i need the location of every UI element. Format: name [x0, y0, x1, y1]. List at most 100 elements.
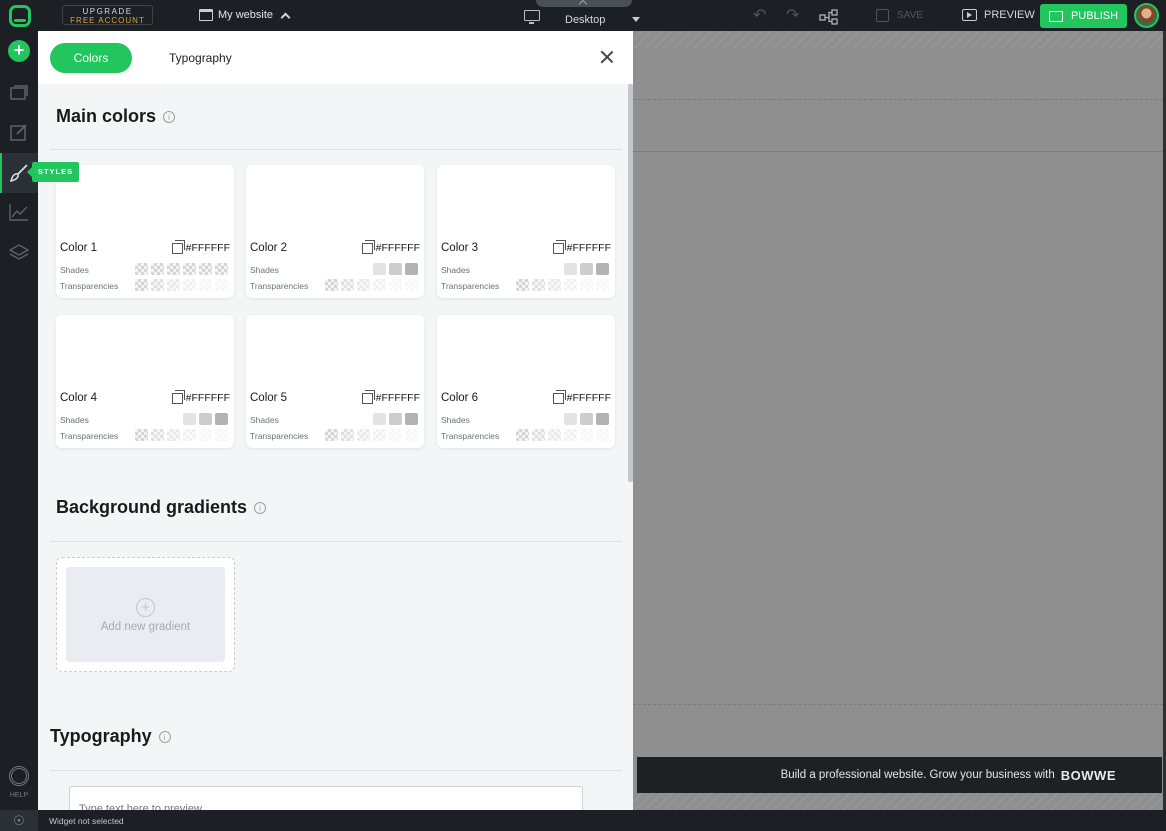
shades-label: Shades	[60, 265, 89, 275]
tab-colors[interactable]: Colors	[50, 43, 132, 73]
pages-icon[interactable]	[9, 82, 29, 102]
styles-panel-header: Colors Typography	[38, 31, 633, 84]
transparencies-label: Transparencies	[60, 281, 119, 291]
device-selector[interactable]: Desktop	[524, 10, 644, 28]
publish-button[interactable]: PUBLISH	[1040, 4, 1127, 28]
canvas-top-strip	[633, 31, 1166, 48]
preview-button[interactable]: PREVIEW	[962, 9, 1035, 21]
footer-brand-logo: BOWWE	[1060, 767, 1116, 783]
shade-swatches[interactable]	[564, 263, 609, 275]
user-avatar[interactable]	[1134, 3, 1159, 28]
color-card[interactable]: Color 2 #FFFFFF Shades Transparencies	[246, 165, 424, 298]
shade-swatches[interactable]	[564, 413, 609, 425]
shade-swatches[interactable]	[373, 413, 418, 425]
copy-icon[interactable]	[361, 239, 375, 254]
color-hex-value[interactable]: #FFFFFF	[361, 239, 420, 254]
add-gradient-label: Add new gradient	[100, 621, 191, 633]
upgrade-button[interactable]: UPGRADE FREE ACCOUNT	[62, 5, 153, 25]
floppy-disk-icon	[876, 9, 889, 22]
pin-icon[interactable]: ☉	[0, 810, 38, 831]
copy-icon[interactable]	[171, 389, 185, 404]
transparency-swatches[interactable]	[135, 279, 228, 291]
transparencies-label: Transparencies	[250, 281, 309, 291]
color-hex-value[interactable]: #FFFFFF	[361, 389, 420, 404]
analytics-chart-icon[interactable]	[9, 202, 29, 222]
left-sidebar: + HELP	[0, 31, 38, 831]
status-bar: ☉ Widget not selected	[0, 810, 1166, 831]
copy-icon[interactable]	[361, 389, 375, 404]
shade-swatches[interactable]	[135, 263, 228, 275]
color-card[interactable]: Color 4 #FFFFFF Shades Transparencies	[56, 315, 234, 448]
page-canvas[interactable]: Build a professional website. Grow your …	[633, 31, 1166, 810]
device-label: Desktop	[565, 14, 606, 26]
divider	[50, 770, 622, 771]
typography-preview-input[interactable]	[69, 786, 583, 810]
layers-icon[interactable]	[9, 243, 29, 263]
color-card[interactable]: Color 1 #FFFFFF Shades Transparencies	[56, 165, 234, 298]
transparency-swatches[interactable]	[516, 279, 609, 291]
color-hex-value[interactable]: #FFFFFF	[552, 389, 611, 404]
caret-down-icon	[632, 17, 640, 22]
section-divider	[633, 704, 1163, 705]
hex-label: #FFFFFF	[566, 242, 611, 254]
color-hex-value[interactable]: #FFFFFF	[171, 389, 230, 404]
color-hex-value[interactable]: #FFFFFF	[171, 239, 230, 254]
close-icon[interactable]	[600, 50, 614, 64]
section-divider	[633, 99, 1163, 100]
add-element-button[interactable]: +	[8, 40, 30, 62]
info-icon[interactable]: i	[163, 110, 176, 123]
save-button[interactable]: SAVE	[876, 9, 923, 22]
collapse-toolbar-handle[interactable]	[536, 0, 632, 7]
website-name: My website	[218, 9, 274, 21]
shades-label: Shades	[441, 415, 470, 425]
color-name: Color 4	[60, 392, 98, 404]
styles-tooltip: STYLES	[27, 162, 79, 182]
add-gradient-button[interactable]: + Add new gradient	[66, 567, 225, 662]
transparencies-label: Transparencies	[441, 431, 500, 441]
transparencies-label: Transparencies	[250, 431, 309, 441]
shades-label: Shades	[60, 415, 89, 425]
shades-label: Shades	[441, 265, 470, 275]
undo-icon[interactable]: ↶	[753, 8, 766, 24]
copy-icon[interactable]	[552, 239, 566, 254]
gradients-title: Background gradients	[56, 497, 248, 517]
browser-window-icon	[199, 9, 213, 21]
monitor-icon	[524, 10, 540, 24]
canvas-bottom-strip	[633, 793, 1166, 810]
edit-icon[interactable]	[9, 122, 29, 142]
color-card[interactable]: Color 6 #FFFFFF Shades Transparencies	[437, 315, 615, 448]
hex-label: #FFFFFF	[185, 242, 230, 254]
paint-brush-icon	[9, 164, 28, 183]
color-name: Color 3	[441, 242, 479, 254]
color-card[interactable]: Color 3 #FFFFFF Shades Transparencies	[437, 165, 615, 298]
color-hex-value[interactable]: #FFFFFF	[552, 239, 611, 254]
shade-swatches[interactable]	[183, 413, 228, 425]
redo-icon[interactable]: ↷	[786, 8, 799, 24]
color-name: Color 6	[441, 392, 479, 404]
footer-text: Build a professional website. Grow your …	[780, 769, 1055, 781]
transparency-swatches[interactable]	[516, 429, 609, 441]
transparencies-label: Transparencies	[60, 431, 119, 441]
transparencies-label: Transparencies	[441, 281, 500, 291]
sitemap-icon[interactable]	[819, 9, 839, 25]
color-card[interactable]: Color 5 #FFFFFF Shades Transparencies	[246, 315, 424, 448]
copy-icon[interactable]	[171, 239, 185, 254]
info-icon[interactable]: i	[158, 730, 171, 743]
tab-typography[interactable]: Typography	[169, 51, 232, 65]
website-selector[interactable]: My website	[199, 9, 291, 22]
bowwe-logo-icon[interactable]	[9, 5, 31, 27]
shade-swatches[interactable]	[373, 263, 418, 275]
play-icon	[962, 9, 977, 21]
section-divider	[633, 151, 1163, 152]
transparency-swatches[interactable]	[325, 429, 418, 441]
help-button[interactable]: HELP	[7, 766, 31, 799]
panel-scrollbar[interactable]	[628, 84, 633, 482]
transparency-swatches[interactable]	[325, 279, 418, 291]
add-gradient-card[interactable]: + Add new gradient	[56, 557, 235, 672]
divider	[50, 541, 622, 542]
copy-icon[interactable]	[552, 389, 566, 404]
info-icon[interactable]: i	[254, 501, 267, 514]
color-name: Color 1	[60, 242, 98, 254]
transparency-swatches[interactable]	[135, 429, 228, 441]
shades-label: Shades	[250, 415, 279, 425]
